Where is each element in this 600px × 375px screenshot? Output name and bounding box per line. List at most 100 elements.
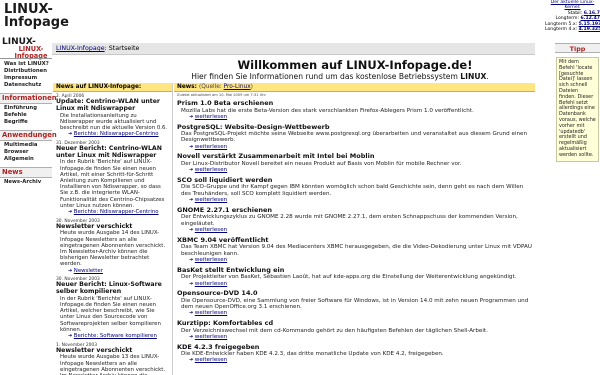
kernel-row-label: Longterm 5.x: bbox=[545, 21, 578, 27]
news-source: (Quelle: Pro-Linux) bbox=[199, 84, 253, 90]
nav-link[interactable]: Impressum bbox=[0, 75, 52, 82]
external-news-item: XBMC 9.04 veröffentlicht Das Team XBMC ha… bbox=[174, 235, 535, 265]
external-news-item: Kurztipp: Komfortables cd Der Verzeichnis… bbox=[174, 318, 535, 342]
news-link-row: ➜ Berichte: Software kompilieren bbox=[56, 333, 169, 340]
kernel-row-label: Longterm 4.x: bbox=[545, 27, 578, 33]
left-navigation: Was ist LINUX? Distributionen Impressum Dat… bbox=[0, 60, 57, 375]
external-news-item: Opensource-DVD 14.0 Die Opensource-DVD, e… bbox=[174, 288, 535, 318]
news-body: Heute wurde Ausgabe 14 des LINUX-Infopag… bbox=[60, 230, 166, 268]
news-title: Opensource-DVD 14.0 bbox=[177, 289, 258, 298]
read-more-link[interactable]: weiterlesen bbox=[195, 144, 227, 150]
nav-link[interactable]: Allgemein bbox=[0, 156, 52, 163]
news-body: Das Team XBMC hat Version 9.04 des Media… bbox=[181, 244, 532, 257]
news-link[interactable]: Newsletter bbox=[74, 268, 103, 274]
site-news-item: 1. November 2003 Newsletter verschickt Heu… bbox=[53, 341, 172, 375]
news-title: XBMC 9.04 veröffentlicht bbox=[177, 235, 269, 244]
read-more-row: ➜ weiterlesen bbox=[177, 334, 532, 341]
read-more-link[interactable]: weiterlesen bbox=[195, 334, 227, 340]
kernel-row-value[interactable]: 6.12.47 bbox=[581, 16, 600, 21]
breadcrumb-home-link[interactable]: LINUX-Infopage bbox=[56, 45, 105, 52]
nav-link[interactable]: Begriffe bbox=[0, 119, 52, 126]
breadcrumb-separator: : bbox=[104, 45, 107, 52]
news-link-row: ➜ Newsletter bbox=[56, 268, 169, 275]
logo-divider bbox=[0, 58, 52, 59]
site-header: LINUX- Infopage Der aktuelle Linux-Kerne… bbox=[0, 0, 600, 44]
external-news-item: BasKet stellt Entwicklung ein Der Projekt… bbox=[174, 265, 535, 289]
news-title: Neuer Bericht: Centrino-WLAN unter Linux… bbox=[56, 144, 162, 159]
news-body: Das PostgreSQL-Projekt möchte seine Webs… bbox=[181, 131, 528, 144]
news-body: Die Installationsanleitung zu Ndiswrappe… bbox=[60, 112, 168, 131]
news-body: Der Entwicklungszyklus zu GNOME 2.28 wur… bbox=[181, 214, 518, 227]
news-body: In der Rubrik 'Berichte' auf LINUX-Infop… bbox=[60, 295, 161, 333]
read-more-row: ➜ weiterlesen bbox=[177, 167, 532, 174]
nav-link[interactable]: Was ist LINUX? bbox=[0, 61, 52, 68]
site-news-item: 30. November 2003 Newsletter verschickt He… bbox=[53, 217, 172, 276]
nav-section-heading: Informationen bbox=[0, 93, 57, 104]
breadcrumb-current: Startseite bbox=[108, 45, 140, 52]
kernel-row: Longterm 4.x: 4.19.325 (EOL) bbox=[545, 27, 600, 32]
external-news-item: Novell verstärkt Zusammenarbeit mit Inte… bbox=[174, 151, 535, 175]
tip-heading: Tipp bbox=[555, 43, 600, 53]
news-title: PostgreSQL: Website-Design-Wettbewerb bbox=[177, 122, 330, 131]
nav-link[interactable]: Einführung bbox=[0, 105, 52, 112]
nav-link[interactable]: Befehle bbox=[0, 112, 52, 119]
read-more-row: ➜ weiterlesen bbox=[177, 114, 532, 121]
news-title: BasKet stellt Entwicklung ein bbox=[177, 265, 285, 274]
nav-link[interactable]: News-Archiv bbox=[0, 179, 52, 186]
nav-top-block: Was ist LINUX? Distributionen Impressum Dat… bbox=[0, 60, 52, 93]
news-link-row: ➜ Berichte: Ndiswrapper-Centrino bbox=[56, 131, 169, 138]
site-title[interactable]: LINUX- Infopage bbox=[4, 3, 69, 29]
site-title-line2: Infopage bbox=[4, 15, 69, 30]
news-source-link[interactable]: Pro-Linux bbox=[224, 84, 251, 90]
external-news-item: PostgreSQL: Website-Design-Wettbewerb Das… bbox=[174, 122, 535, 152]
external-news-item: KDE 4.2.3 freigegeben Die KDE-Entwickler … bbox=[174, 342, 535, 366]
kernel-row-value[interactable]: 4.19.325 (EOL) bbox=[579, 27, 600, 32]
news-body: Heute wurde Ausgabe 13 des LINUX-Infopag… bbox=[60, 354, 166, 375]
external-news-item: SCO soll liquidiert werden Die SCO-Gruppe… bbox=[174, 175, 535, 205]
news-body: Der Verzeichniswechsel mit dem cd-Komman… bbox=[181, 327, 488, 334]
news-link[interactable]: Berichte: Software kompilieren bbox=[74, 333, 157, 339]
kernel-row-label: Longterm: bbox=[555, 16, 580, 22]
subtitle-bold: LINUX bbox=[460, 72, 487, 81]
read-more-link[interactable]: weiterlesen bbox=[195, 167, 227, 173]
read-more-link[interactable]: weiterlesen bbox=[195, 114, 227, 120]
nav-link[interactable]: Distributionen bbox=[0, 68, 52, 75]
news-title: Newsletter verschickt bbox=[56, 222, 133, 230]
site-news-heading: News auf LINUX-Infopage: bbox=[53, 83, 172, 92]
read-more-link[interactable]: weiterlesen bbox=[195, 357, 227, 363]
nav-section-items: Multimedia Browser Allgemein bbox=[0, 141, 52, 167]
site-news-item: 30. November 2003 Neuer Bericht: Linux-So… bbox=[53, 275, 172, 340]
news-link[interactable]: Berichte: Ndiswrapper-Centrino bbox=[74, 131, 159, 137]
news-body: In der Rubrik 'Berichte' auf LINUX-Infop… bbox=[60, 159, 165, 209]
nav-link[interactable]: Multimedia bbox=[0, 142, 52, 149]
news-title: Novell verstärkt Zusammenarbeit mit Inte… bbox=[177, 152, 375, 161]
nav-section-items: Einführung Befehle Begriffe bbox=[0, 104, 52, 130]
kernel-row-value[interactable]: 5.15.193 bbox=[579, 22, 600, 27]
external-news-item: GNOME 2.27.1 erschienen Der Entwicklungsz… bbox=[174, 205, 535, 235]
read-more-link[interactable]: weiterlesen bbox=[195, 227, 227, 233]
read-more-link[interactable]: weiterlesen bbox=[195, 281, 227, 287]
news-link[interactable]: Berichte: Ndiswrapper-Centrino bbox=[74, 209, 159, 215]
nav-link[interactable]: Datenschutz bbox=[0, 82, 52, 89]
news-title: Update: Centrino-WLAN unter Linux mit Nd… bbox=[56, 98, 160, 112]
news-title: GNOME 2.27.1 erschienen bbox=[177, 205, 273, 214]
nav-section-heading: Anwendungen bbox=[0, 130, 57, 141]
page-subtitle: Hier finden Sie Informationen rund um da… bbox=[140, 72, 540, 81]
news-title: KDE 4.2.3 freigegeben bbox=[177, 342, 260, 351]
subtitle-text: Hier finden Sie Informationen rund um da… bbox=[191, 72, 461, 81]
kernel-box-title[interactable]: Der aktuelle Linux-Kernel: bbox=[545, 0, 600, 11]
news-body: Der Projektleiter von BasKet, Sébastien … bbox=[181, 274, 517, 281]
read-more-link[interactable]: weiterlesen bbox=[195, 197, 227, 203]
read-more-row: ➜ weiterlesen bbox=[177, 257, 532, 264]
read-more-link[interactable]: weiterlesen bbox=[195, 310, 227, 316]
breadcrumb-bar: LINUX-Infopage: Startseite bbox=[52, 43, 535, 55]
read-more-row: ➜ weiterlesen bbox=[177, 281, 532, 288]
nav-link[interactable]: Browser bbox=[0, 149, 52, 156]
site-news-item: 2. April 2006 Update: Centrino-WLAN unter… bbox=[53, 92, 172, 139]
news-body: Die SCO-Gruppe und ihr Kampf gegen IBM k… bbox=[181, 184, 524, 197]
read-more-link[interactable]: weiterlesen bbox=[195, 257, 227, 263]
external-news-column: News: (Quelle: Pro-Linux) Zuletzt aktual… bbox=[174, 83, 535, 375]
external-news-item: Prism 1.0 Beta erschienen Mozilla Labs ha… bbox=[174, 98, 535, 122]
read-more-row: ➜ weiterlesen bbox=[177, 357, 532, 364]
news-title: Kurztipp: Komfortables cd bbox=[177, 319, 274, 328]
